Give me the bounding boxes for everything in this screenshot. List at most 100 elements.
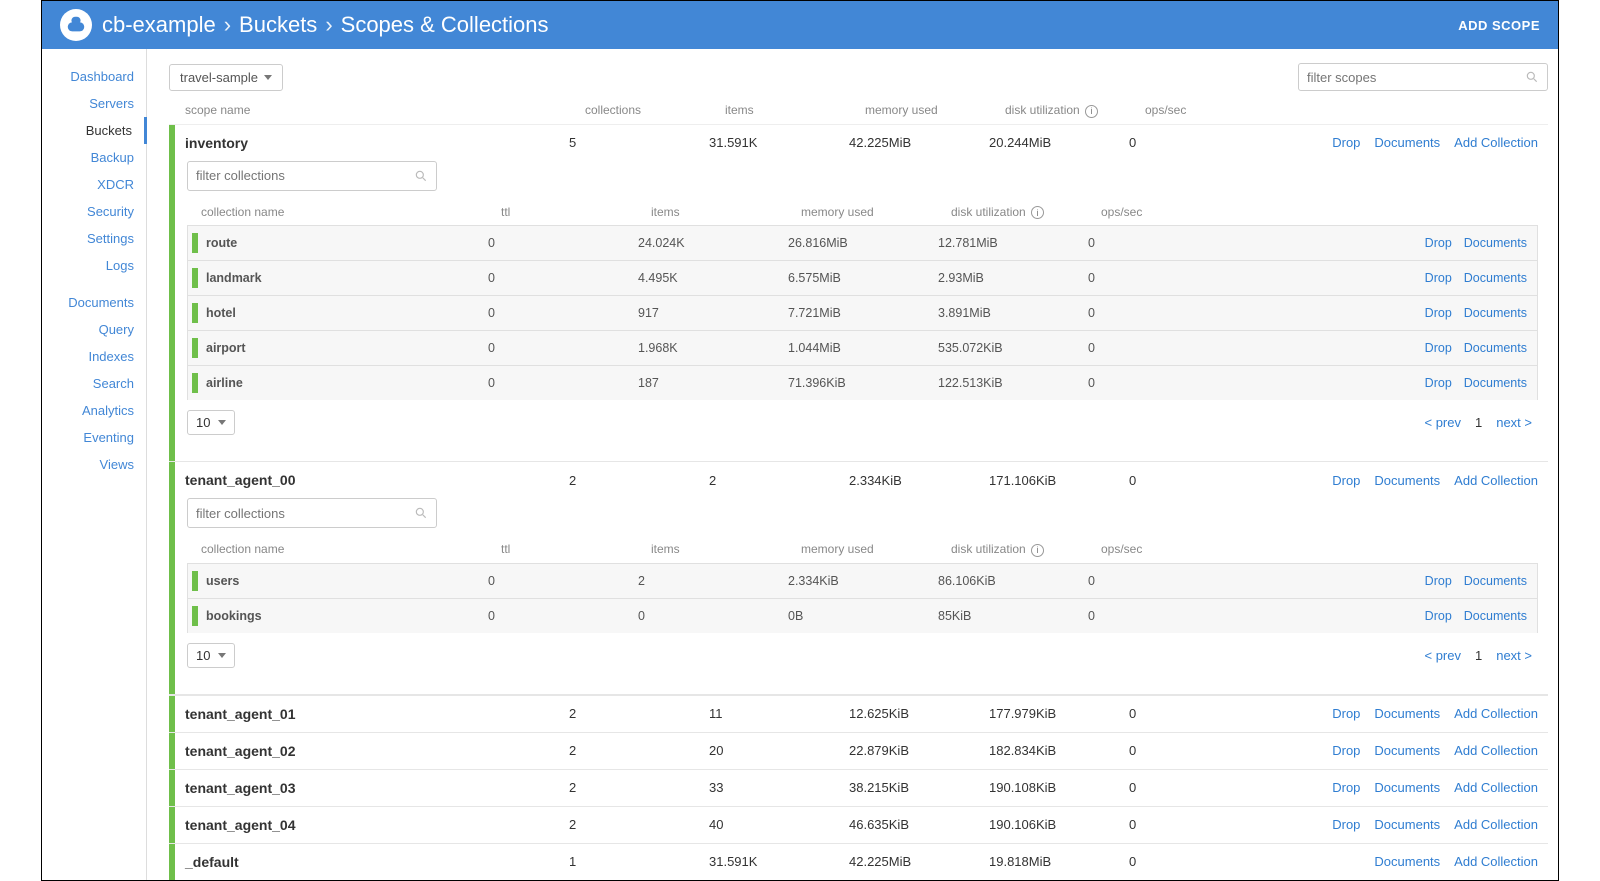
- bucket-selected-label: travel-sample: [180, 70, 258, 85]
- scope-drop-link[interactable]: Drop: [1332, 780, 1360, 795]
- scope-drop-link[interactable]: Drop: [1332, 135, 1360, 150]
- collection-drop-link[interactable]: Drop: [1425, 271, 1452, 285]
- collection-drop-link[interactable]: Drop: [1425, 376, 1452, 390]
- col-ops: ops/sec: [1101, 542, 1241, 557]
- add-scope-button[interactable]: ADD SCOPE: [1458, 18, 1540, 33]
- scope-add-collection-link[interactable]: Add Collection: [1454, 473, 1538, 488]
- scope-documents-link[interactable]: Documents: [1374, 854, 1440, 869]
- filter-collections-field[interactable]: [196, 168, 408, 183]
- scope-add-collection-link[interactable]: Add Collection: [1454, 817, 1538, 832]
- scope-add-collection-link[interactable]: Add Collection: [1454, 780, 1538, 795]
- page-size-select[interactable]: 10: [187, 410, 235, 435]
- info-icon[interactable]: i: [1031, 206, 1044, 219]
- logo-icon[interactable]: [60, 9, 92, 41]
- scope-disk: 190.108KiB: [989, 780, 1129, 795]
- collection-documents-link[interactable]: Documents: [1464, 341, 1527, 355]
- scope-add-collection-link[interactable]: Add Collection: [1454, 135, 1538, 150]
- scope-drop-link[interactable]: Drop: [1332, 473, 1360, 488]
- scope-memory: 42.225MiB: [849, 135, 989, 150]
- scope-row[interactable]: _default 1 31.591K 42.225MiB 19.818MiB 0…: [175, 844, 1548, 880]
- scope-row[interactable]: tenant_agent_00 2 2 2.334KiB 171.106KiB …: [175, 462, 1548, 498]
- scope-documents-link[interactable]: Documents: [1374, 780, 1440, 795]
- scope-add-collection-link[interactable]: Add Collection: [1454, 706, 1538, 721]
- sidebar-item-logs[interactable]: Logs: [42, 252, 146, 279]
- collection-documents-link[interactable]: Documents: [1464, 376, 1527, 390]
- collection-drop-link[interactable]: Drop: [1425, 341, 1452, 355]
- pager-prev[interactable]: < prev: [1424, 415, 1461, 430]
- collection-memory: 6.575MiB: [788, 264, 938, 292]
- collection-row[interactable]: hotel 0 917 7.721MiB 3.891MiB 0 Drop Doc…: [187, 295, 1538, 330]
- scope-block-collapsed: tenant_agent_01 2 11 12.625KiB 177.979Ki…: [169, 695, 1548, 732]
- breadcrumb-segment[interactable]: cb-example: [102, 12, 216, 38]
- collection-disk: 12.781MiB: [938, 229, 1088, 257]
- collection-row[interactable]: bookings 0 0 0B 85KiB 0 Drop Documents: [187, 598, 1538, 633]
- sidebar-item-servers[interactable]: Servers: [42, 90, 146, 117]
- collection-ttl: 0: [488, 602, 638, 630]
- scope-disk: 177.979KiB: [989, 706, 1129, 721]
- filter-scopes-field[interactable]: [1307, 65, 1519, 89]
- filter-collections-input[interactable]: [187, 161, 437, 191]
- scope-documents-link[interactable]: Documents: [1374, 473, 1440, 488]
- filter-collections-field[interactable]: [196, 506, 408, 521]
- scope-items: 31.591K: [709, 854, 849, 869]
- breadcrumb-segment[interactable]: Buckets: [239, 12, 317, 38]
- pager-next[interactable]: next >: [1496, 415, 1532, 430]
- collection-documents-link[interactable]: Documents: [1464, 609, 1527, 623]
- caret-down-icon: [218, 653, 226, 658]
- info-icon[interactable]: i: [1085, 105, 1098, 118]
- scope-documents-link[interactable]: Documents: [1374, 743, 1440, 758]
- collection-drop-link[interactable]: Drop: [1425, 306, 1452, 320]
- sidebar-item-backup[interactable]: Backup: [42, 144, 146, 171]
- collection-row[interactable]: airline 0 187 71.396KiB 122.513KiB 0 Dro…: [187, 365, 1538, 400]
- scope-add-collection-link[interactable]: Add Collection: [1454, 743, 1538, 758]
- collection-ttl: 0: [488, 299, 638, 327]
- collection-documents-link[interactable]: Documents: [1464, 236, 1527, 250]
- collection-row[interactable]: users 0 2 2.334KiB 86.106KiB 0 Drop Docu…: [187, 563, 1538, 598]
- sidebar-item-eventing[interactable]: Eventing: [42, 424, 146, 451]
- scope-drop-link[interactable]: Drop: [1332, 706, 1360, 721]
- pager-next[interactable]: next >: [1496, 648, 1532, 663]
- sidebar-item-buckets[interactable]: Buckets: [42, 117, 147, 144]
- collection-documents-link[interactable]: Documents: [1464, 306, 1527, 320]
- collection-items: 917: [638, 299, 788, 327]
- sidebar-item-analytics[interactable]: Analytics: [42, 397, 146, 424]
- collection-row[interactable]: airport 0 1.968K 1.044MiB 535.072KiB 0 D…: [187, 330, 1538, 365]
- filter-scopes-input[interactable]: [1298, 63, 1548, 91]
- sidebar-item-security[interactable]: Security: [42, 198, 146, 225]
- scope-documents-link[interactable]: Documents: [1374, 135, 1440, 150]
- scope-block-expanded: tenant_agent_00 2 2 2.334KiB 171.106KiB …: [169, 462, 1548, 695]
- bucket-selector[interactable]: travel-sample: [169, 64, 283, 91]
- scope-row[interactable]: tenant_agent_04 2 40 46.635KiB 190.106Ki…: [175, 807, 1548, 843]
- sidebar-item-settings[interactable]: Settings: [42, 225, 146, 252]
- collection-drop-link[interactable]: Drop: [1425, 236, 1452, 250]
- info-icon[interactable]: i: [1031, 544, 1044, 557]
- scope-add-collection-link[interactable]: Add Collection: [1454, 854, 1538, 869]
- scope-row[interactable]: inventory 5 31.591K 42.225MiB 20.244MiB …: [175, 125, 1548, 161]
- scope-drop-link[interactable]: Drop: [1332, 743, 1360, 758]
- collection-ops: 0: [1088, 334, 1228, 362]
- collection-documents-link[interactable]: Documents: [1464, 271, 1527, 285]
- collection-ttl: 0: [488, 334, 638, 362]
- sidebar-item-xdcr[interactable]: XDCR: [42, 171, 146, 198]
- collection-documents-link[interactable]: Documents: [1464, 574, 1527, 588]
- collection-row[interactable]: route 0 24.024K 26.816MiB 12.781MiB 0 Dr…: [187, 225, 1538, 260]
- scope-drop-link[interactable]: Drop: [1332, 817, 1360, 832]
- scope-row[interactable]: tenant_agent_02 2 20 22.879KiB 182.834Ki…: [175, 733, 1548, 769]
- scope-row[interactable]: tenant_agent_03 2 33 38.215KiB 190.108Ki…: [175, 770, 1548, 806]
- pager-prev[interactable]: < prev: [1424, 648, 1461, 663]
- collection-ops: 0: [1088, 567, 1228, 595]
- sidebar-item-documents[interactable]: Documents: [42, 289, 146, 316]
- sidebar-item-search[interactable]: Search: [42, 370, 146, 397]
- sidebar-item-indexes[interactable]: Indexes: [42, 343, 146, 370]
- sidebar-item-dashboard[interactable]: Dashboard: [42, 63, 146, 90]
- collection-row[interactable]: landmark 0 4.495K 6.575MiB 2.93MiB 0 Dro…: [187, 260, 1538, 295]
- collection-drop-link[interactable]: Drop: [1425, 609, 1452, 623]
- scope-row[interactable]: tenant_agent_01 2 11 12.625KiB 177.979Ki…: [175, 696, 1548, 732]
- filter-collections-input[interactable]: [187, 498, 437, 528]
- scope-documents-link[interactable]: Documents: [1374, 706, 1440, 721]
- scope-documents-link[interactable]: Documents: [1374, 817, 1440, 832]
- collection-drop-link[interactable]: Drop: [1425, 574, 1452, 588]
- sidebar-item-views[interactable]: Views: [42, 451, 146, 478]
- sidebar-item-query[interactable]: Query: [42, 316, 146, 343]
- page-size-select[interactable]: 10: [187, 643, 235, 668]
